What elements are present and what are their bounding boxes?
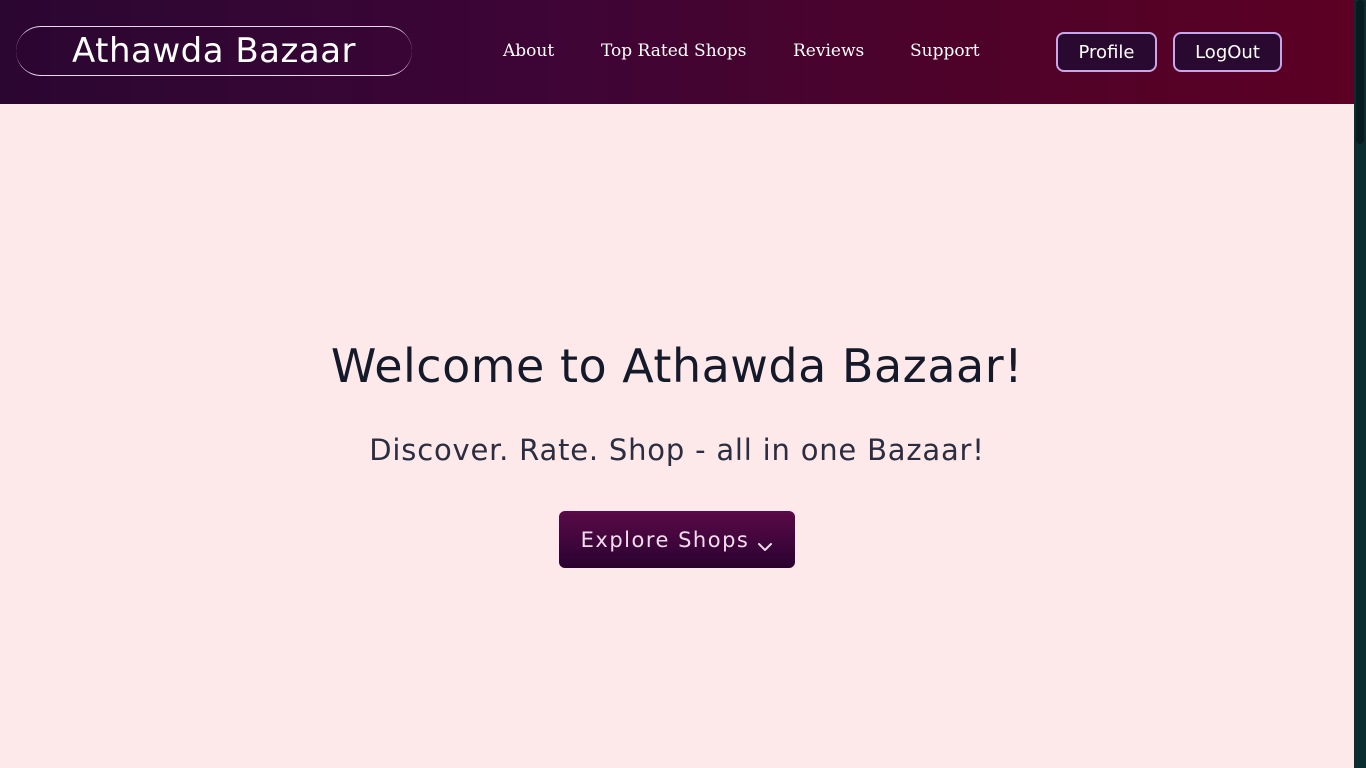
nav-support[interactable]: Support xyxy=(910,37,980,65)
hero-title: Welcome to Athawda Bazaar! xyxy=(330,339,1024,393)
nav-top-rated-shops[interactable]: Top Rated Shops xyxy=(601,37,746,65)
scrollbar-thumb[interactable] xyxy=(1356,0,1364,144)
profile-button[interactable]: Profile xyxy=(1056,32,1157,72)
logout-button[interactable]: LogOut xyxy=(1173,32,1282,72)
nav-about[interactable]: About xyxy=(503,37,554,65)
nav-reviews[interactable]: Reviews xyxy=(793,37,864,65)
page: Athawda Bazaar About Top Rated Shops Rev… xyxy=(0,0,1354,768)
vertical-scrollbar[interactable] xyxy=(1354,0,1366,768)
explore-shops-button[interactable]: Explore Shops xyxy=(559,511,795,568)
top-navbar: Athawda Bazaar About Top Rated Shops Rev… xyxy=(0,0,1354,104)
hero-subtitle: Discover. Rate. Shop - all in one Bazaar… xyxy=(369,433,985,467)
chevron-down-icon xyxy=(757,534,773,551)
brand-logo[interactable]: Athawda Bazaar xyxy=(16,26,412,76)
explore-shops-label: Explore Shops xyxy=(580,527,750,552)
